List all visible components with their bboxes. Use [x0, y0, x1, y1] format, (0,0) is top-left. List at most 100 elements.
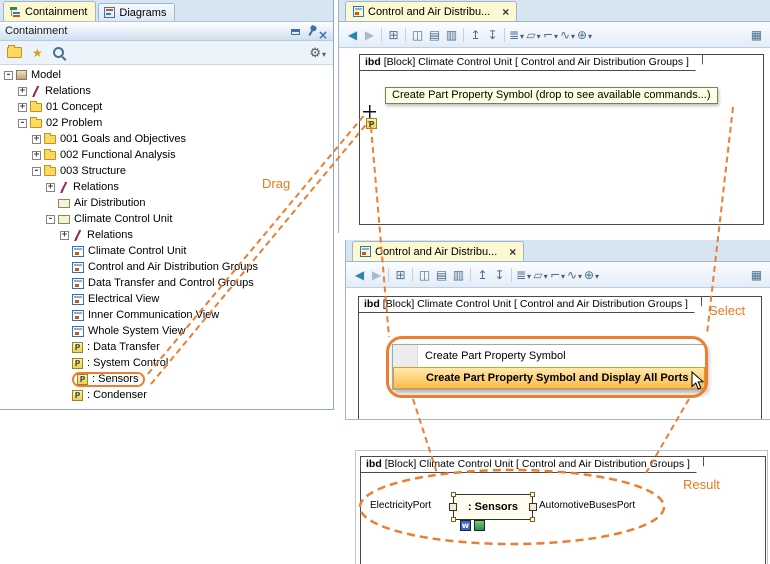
- menu-item[interactable]: Create Part Property Symbol: [393, 345, 705, 367]
- dropdown-arrow-icon[interactable]: [594, 268, 599, 282]
- tree-item[interactable]: -Model: [0, 67, 333, 83]
- dropdown-arrow-icon[interactable]: [526, 268, 531, 282]
- tree-item[interactable]: Inner Communication View: [0, 307, 333, 323]
- favorites-icon[interactable]: [32, 44, 43, 62]
- w-badge-icon[interactable]: [460, 520, 471, 531]
- tree-item[interactable]: Air Distribution: [0, 195, 333, 211]
- automotive-buses-port-symbol[interactable]: [529, 503, 537, 511]
- open-project-icon[interactable]: [7, 47, 22, 58]
- tree-item[interactable]: +Relations: [0, 179, 333, 195]
- copy-icon[interactable]: ◫: [416, 266, 433, 284]
- search-icon[interactable]: [53, 47, 64, 58]
- dropdown-arrow-icon[interactable]: [577, 268, 582, 282]
- frame-kind: ibd: [364, 298, 380, 310]
- selection-handle[interactable]: [451, 517, 456, 522]
- tree-item[interactable]: +001 Goals and Objectives: [0, 131, 333, 147]
- tab-close-icon[interactable]: ×: [502, 5, 509, 19]
- back-icon[interactable]: ◀: [351, 266, 368, 284]
- tree-item[interactable]: : System Control: [0, 355, 333, 371]
- tree-item[interactable]: : Condenser: [0, 387, 333, 403]
- paste-link-icon[interactable]: ▥: [450, 266, 467, 284]
- copy-icon[interactable]: ◫: [409, 26, 426, 44]
- tree-item[interactable]: Electrical View: [0, 291, 333, 307]
- diagram-grid-icon[interactable]: ▦: [748, 266, 765, 284]
- dropdown-arrow-icon[interactable]: [570, 28, 575, 42]
- tab-diagrams[interactable]: Diagrams: [98, 3, 175, 21]
- paste-link-icon[interactable]: ▥: [443, 26, 460, 44]
- zoom-icon[interactable]: ⊕: [576, 26, 593, 44]
- move-up-icon[interactable]: ↥: [474, 266, 491, 284]
- tree-item[interactable]: -003 Structure: [0, 163, 333, 179]
- diagram-tab[interactable]: Control and Air Distribu... ×: [352, 241, 524, 261]
- diagram-grid-icon[interactable]: ▦: [748, 26, 765, 44]
- port-label-automotive[interactable]: AutomotiveBusesPort: [539, 500, 635, 511]
- tree-toggle-icon[interactable]: +: [60, 231, 69, 240]
- float-window-icon[interactable]: [291, 29, 300, 35]
- port-label-electricity[interactable]: ElectricityPort: [370, 500, 431, 511]
- green-badge-icon[interactable]: [474, 520, 485, 531]
- tree-toggle-icon[interactable]: +: [46, 183, 55, 192]
- selection-handle[interactable]: [530, 492, 535, 497]
- dropdown-arrow-icon[interactable]: [560, 268, 565, 282]
- diagram-tab[interactable]: Control and Air Distribu... ×: [345, 1, 517, 21]
- selection-handle[interactable]: [530, 517, 535, 522]
- dropdown-arrow-icon[interactable]: [536, 28, 541, 42]
- forward-icon[interactable]: ▶: [361, 26, 378, 44]
- pin-icon[interactable]: [308, 28, 313, 35]
- tree-toggle-icon[interactable]: +: [32, 135, 41, 144]
- tree-toggle-icon[interactable]: -: [32, 167, 41, 176]
- shape-style-icon[interactable]: ▱: [525, 26, 542, 44]
- tree-item[interactable]: : Data Transfer: [0, 339, 333, 355]
- shape-style-icon[interactable]: ▱: [532, 266, 549, 284]
- tree-item[interactable]: Data Transfer and Control Groups: [0, 275, 333, 291]
- tree-item[interactable]: Whole System View: [0, 323, 333, 339]
- electricity-port-symbol[interactable]: [449, 503, 457, 511]
- tree-item[interactable]: +002 Functional Analysis: [0, 147, 333, 163]
- containment-tree-icon[interactable]: ⊞: [392, 266, 409, 284]
- dropdown-arrow-icon[interactable]: [587, 28, 592, 42]
- tree-item[interactable]: +Relations: [0, 227, 333, 243]
- dropdown-arrow-icon[interactable]: [553, 28, 558, 42]
- tree-toggle-icon[interactable]: -: [18, 119, 27, 128]
- tree-toggle-icon[interactable]: -: [4, 71, 13, 80]
- tree-item[interactable]: Climate Control Unit: [0, 243, 333, 259]
- diagram-canvas-top[interactable]: ibd[Block] Climate Control Unit [ Contro…: [339, 48, 770, 233]
- alignment-icon[interactable]: ≣: [508, 26, 525, 44]
- forward-icon[interactable]: ▶: [368, 266, 385, 284]
- close-icon[interactable]: [318, 26, 328, 36]
- tree-toggle-icon[interactable]: +: [32, 151, 41, 160]
- tree-toggle-icon[interactable]: -: [46, 215, 55, 224]
- dropdown-arrow-icon[interactable]: [543, 268, 548, 282]
- tree-item-label: Data Transfer and Control Groups: [88, 277, 254, 289]
- path-style-icon[interactable]: ⌐: [549, 266, 566, 284]
- tab-containment[interactable]: Containment: [3, 1, 96, 21]
- containment-tree-icon[interactable]: ⊞: [385, 26, 402, 44]
- tree-item[interactable]: +Relations: [0, 83, 333, 99]
- paste-icon[interactable]: ▤: [433, 266, 450, 284]
- menu-item[interactable]: Create Part Property Symbol and Display …: [393, 367, 705, 389]
- tab-close-icon[interactable]: ×: [509, 245, 516, 259]
- move-up-icon[interactable]: ↥: [467, 26, 484, 44]
- sensors-part-box[interactable]: : Sensors: [453, 494, 533, 520]
- tree-item[interactable]: -02 Problem: [0, 115, 333, 131]
- move-down-icon[interactable]: ↧: [491, 266, 508, 284]
- alignment-icon[interactable]: ≣: [515, 266, 532, 284]
- dropdown-arrow-icon[interactable]: [519, 28, 524, 42]
- tree-toggle-icon[interactable]: +: [18, 103, 27, 112]
- back-icon[interactable]: ◀: [344, 26, 361, 44]
- settings-dropdown-arrow-icon[interactable]: [321, 44, 326, 62]
- zoom-icon[interactable]: ⊕: [583, 266, 600, 284]
- tree-item[interactable]: +01 Concept: [0, 99, 333, 115]
- settings-gear-icon[interactable]: [309, 44, 321, 62]
- tree-item[interactable]: -Climate Control Unit: [0, 211, 333, 227]
- tree-item[interactable]: : Sensors: [0, 371, 333, 387]
- curve-icon[interactable]: ∿: [566, 266, 583, 284]
- curve-icon[interactable]: ∿: [559, 26, 576, 44]
- tree-toggle-icon[interactable]: +: [18, 87, 27, 96]
- paste-icon[interactable]: ▤: [426, 26, 443, 44]
- move-down-icon[interactable]: ↧: [484, 26, 501, 44]
- selection-handle[interactable]: [451, 492, 456, 497]
- path-style-icon[interactable]: ⌐: [542, 26, 559, 44]
- diagram-canvas-middle[interactable]: ibd[Block] Climate Control Unit [ Contro…: [346, 288, 770, 419]
- tree-item[interactable]: Control and Air Distribution Groups: [0, 259, 333, 275]
